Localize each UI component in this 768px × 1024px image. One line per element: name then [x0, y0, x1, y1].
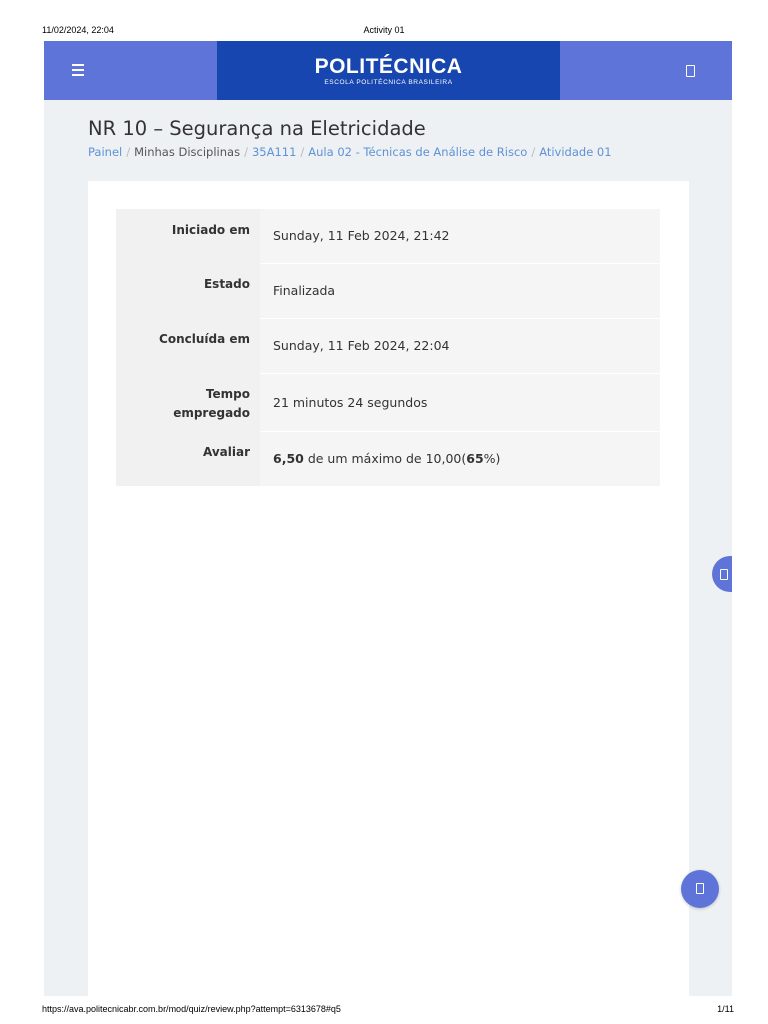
- print-footer: https://ava.politecnicabr.com.br/mod/qui…: [0, 1004, 768, 1024]
- breadcrumb-item-course[interactable]: 35A111: [252, 145, 296, 159]
- grade-max-text: de um máximo de 10,00(: [303, 451, 467, 466]
- page-viewport: POLITÉCNICA ESCOLA POLITÉCNICA BRASILEIR…: [44, 41, 732, 996]
- breadcrumb-item-lesson[interactable]: Aula 02 - Técnicas de Análise de Risco: [308, 145, 527, 159]
- summary-row-completed: Concluída em Sunday, 11 Feb 2024, 22:04: [116, 318, 660, 374]
- grade-value: 6,50 de um máximo de 10,00(65%): [260, 431, 660, 487]
- state-label: Estado: [116, 263, 260, 318]
- brand-logo[interactable]: POLITÉCNICA ESCOLA POLITÉCNICA BRASILEIR…: [217, 41, 560, 100]
- grade-percent: 65: [466, 451, 484, 466]
- breadcrumb-separator: /: [244, 145, 248, 159]
- grade-label: Avaliar: [116, 431, 260, 486]
- summary-row-state: Estado Finalizada: [116, 263, 660, 319]
- square-icon: [720, 569, 728, 580]
- time-label: Tempo empregado: [116, 373, 260, 431]
- started-label: Iniciado em: [116, 209, 260, 263]
- started-value: Sunday, 11 Feb 2024, 21:42: [260, 209, 660, 264]
- time-label-line2: empregado: [173, 406, 250, 420]
- time-label-line1: Tempo: [205, 387, 250, 401]
- top-navbar: POLITÉCNICA ESCOLA POLITÉCNICA BRASILEIR…: [44, 41, 732, 100]
- breadcrumb-item-minhas-disciplinas: Minhas Disciplinas: [134, 145, 241, 159]
- breadcrumb-item-painel[interactable]: Painel: [88, 145, 122, 159]
- print-header: 11/02/2024, 22:04 Activity 01: [0, 0, 768, 40]
- print-doc-title: Activity 01: [363, 25, 405, 35]
- print-page-number: 1/11: [717, 1004, 734, 1014]
- completed-value: Sunday, 11 Feb 2024, 22:04: [260, 318, 660, 374]
- breadcrumb-separator: /: [531, 145, 536, 159]
- breadcrumb-item-activity[interactable]: Atividade 01: [539, 145, 611, 159]
- summary-row-grade: Avaliar 6,50 de um máximo de 10,00(65%): [116, 431, 660, 487]
- page-title: NR 10 – Segurança na Eletricidade: [88, 117, 426, 140]
- print-url: https://ava.politecnicabr.com.br/mod/qui…: [42, 1004, 341, 1014]
- grade-percent-suffix: %): [483, 451, 501, 466]
- brand-subtitle: ESCOLA POLITÉCNICA BRASILEIRA: [324, 79, 453, 86]
- hamburger-icon[interactable]: [72, 61, 88, 79]
- quiz-review-card: Iniciado em Sunday, 11 Feb 2024, 21:42 E…: [88, 181, 689, 996]
- state-value: Finalizada: [260, 263, 660, 319]
- square-icon[interactable]: [686, 65, 695, 77]
- drawer-toggle-button[interactable]: [712, 556, 732, 592]
- attempt-summary-table: Iniciado em Sunday, 11 Feb 2024, 21:42 E…: [116, 209, 660, 487]
- grade-score: 6,50: [273, 451, 304, 466]
- square-icon: [696, 883, 704, 894]
- breadcrumb-separator: /: [126, 145, 131, 159]
- floating-action-button[interactable]: [681, 870, 719, 908]
- time-value: 21 minutos 24 segundos: [260, 373, 660, 432]
- brand-name: POLITÉCNICA: [314, 55, 463, 78]
- summary-row-time: Tempo empregado 21 minutos 24 segundos: [116, 373, 660, 432]
- breadcrumb: Painel / Minhas Disciplinas/35A111/Aula 02…: [88, 145, 612, 159]
- completed-label: Concluída em: [116, 318, 260, 373]
- breadcrumb-separator: /: [300, 145, 305, 159]
- summary-row-started: Iniciado em Sunday, 11 Feb 2024, 21:42: [116, 209, 660, 264]
